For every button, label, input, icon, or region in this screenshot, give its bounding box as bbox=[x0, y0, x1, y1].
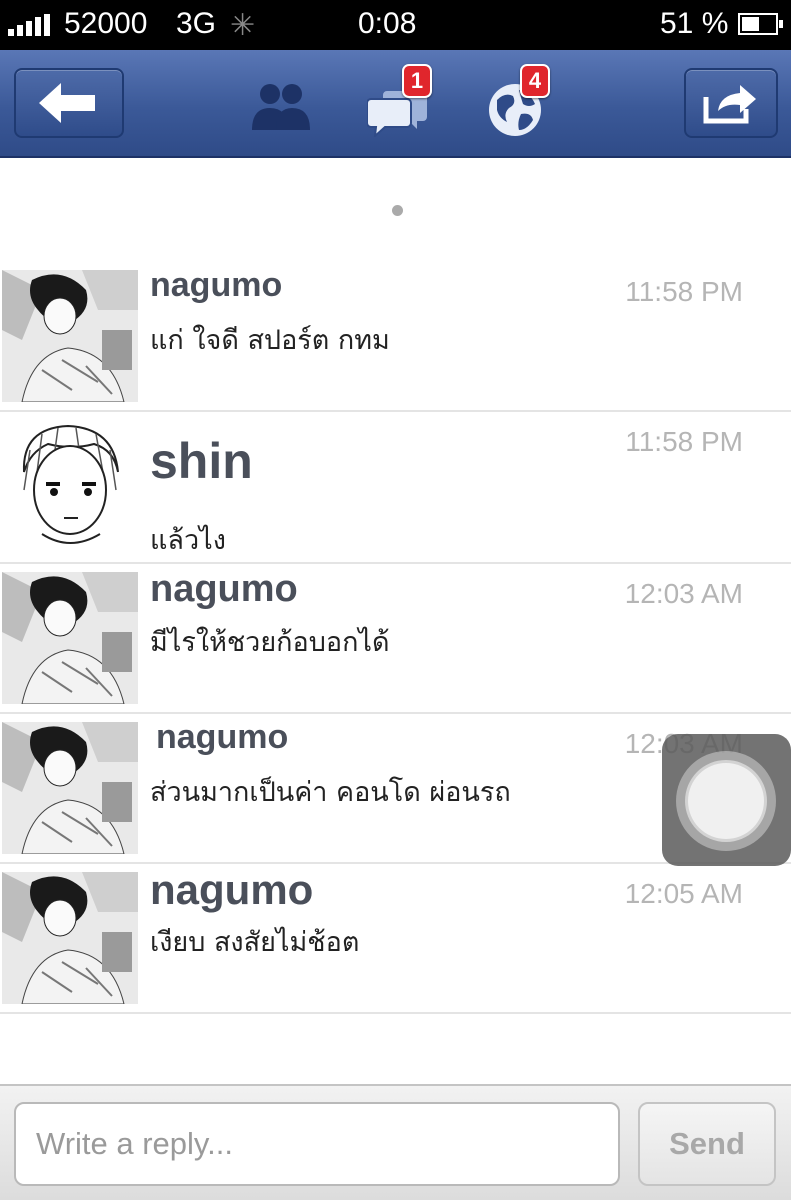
manga-avatar-icon bbox=[2, 572, 138, 704]
share-icon bbox=[703, 85, 756, 124]
carrier-name: 52000 bbox=[64, 7, 148, 40]
message-item[interactable]: shin 11:58 PM แล้วไง bbox=[0, 412, 791, 564]
message-text: เงียบ สงสัยไม่ช้อต bbox=[150, 927, 360, 958]
sender-name: nagumo bbox=[156, 718, 289, 756]
sender-name: nagumo bbox=[150, 266, 283, 304]
manga-avatar-icon bbox=[2, 872, 138, 1004]
message-item[interactable]: nagumo 12:05 AM เงียบ สงสัยไม่ช้อต bbox=[0, 864, 791, 1014]
clock: 0:08 bbox=[358, 7, 417, 40]
sender-name: nagumo bbox=[150, 866, 314, 913]
messages-button[interactable]: 1 bbox=[364, 64, 432, 140]
battery-icon bbox=[738, 13, 783, 35]
notifications-button[interactable]: 4 bbox=[482, 64, 550, 140]
message-timestamp: 11:58 PM bbox=[625, 426, 743, 457]
signal-strength-icon bbox=[8, 14, 50, 36]
reply-input[interactable] bbox=[14, 1102, 620, 1186]
back-button[interactable] bbox=[14, 68, 124, 138]
avatar[interactable] bbox=[2, 722, 138, 854]
manga-avatar-icon bbox=[2, 420, 138, 552]
manga-avatar-icon bbox=[2, 270, 138, 402]
avatar[interactable] bbox=[2, 572, 138, 704]
nav-bar: 1 4 bbox=[0, 50, 791, 158]
message-list: nagumo 11:58 PM แก่ ใจดี สปอร์ต กทม shin… bbox=[0, 262, 791, 1014]
send-button[interactable]: Send bbox=[638, 1102, 776, 1186]
message-timestamp: 11:58 PM bbox=[625, 276, 743, 307]
message-text: แล้วไง bbox=[150, 525, 226, 556]
notifications-badge: 4 bbox=[520, 64, 550, 98]
manga-avatar-icon bbox=[2, 722, 138, 854]
left-arrow-icon bbox=[39, 83, 95, 123]
status-bar: 52000 3G ✳ 0:08 51 % bbox=[0, 0, 791, 50]
friends-icon bbox=[252, 84, 310, 130]
share-button[interactable] bbox=[684, 68, 778, 138]
message-timestamp: 12:03 AM bbox=[624, 578, 743, 609]
avatar[interactable] bbox=[2, 270, 138, 402]
assistive-touch-button[interactable] bbox=[662, 734, 791, 866]
message-text: แก่ ใจดี สปอร์ต กทม bbox=[150, 325, 390, 356]
message-item[interactable]: nagumo 11:58 PM แก่ ใจดี สปอร์ต กทม bbox=[0, 262, 791, 412]
battery-percentage: 51 % bbox=[660, 7, 729, 40]
loading-indicator bbox=[392, 205, 403, 216]
avatar[interactable] bbox=[2, 872, 138, 1004]
reply-bar: Send bbox=[0, 1084, 791, 1200]
message-timestamp: 12:05 AM bbox=[624, 878, 743, 909]
activity-spinner-icon: ✳ bbox=[230, 9, 256, 42]
sender-name: shin bbox=[150, 433, 253, 489]
friends-button[interactable] bbox=[248, 80, 314, 130]
network-type: 3G bbox=[176, 7, 217, 40]
message-text: ส่วนมากเป็นค่า คอนโด ผ่อนรถ bbox=[150, 777, 511, 808]
message-text: มีไรให้ชวยก้อบอกได้ bbox=[150, 627, 390, 658]
messages-badge: 1 bbox=[402, 64, 432, 98]
sender-name: nagumo bbox=[150, 568, 298, 610]
message-item[interactable]: nagumo 12:03 AM มีไรให้ชวยก้อบอกได้ bbox=[0, 564, 791, 714]
avatar[interactable] bbox=[2, 420, 138, 552]
